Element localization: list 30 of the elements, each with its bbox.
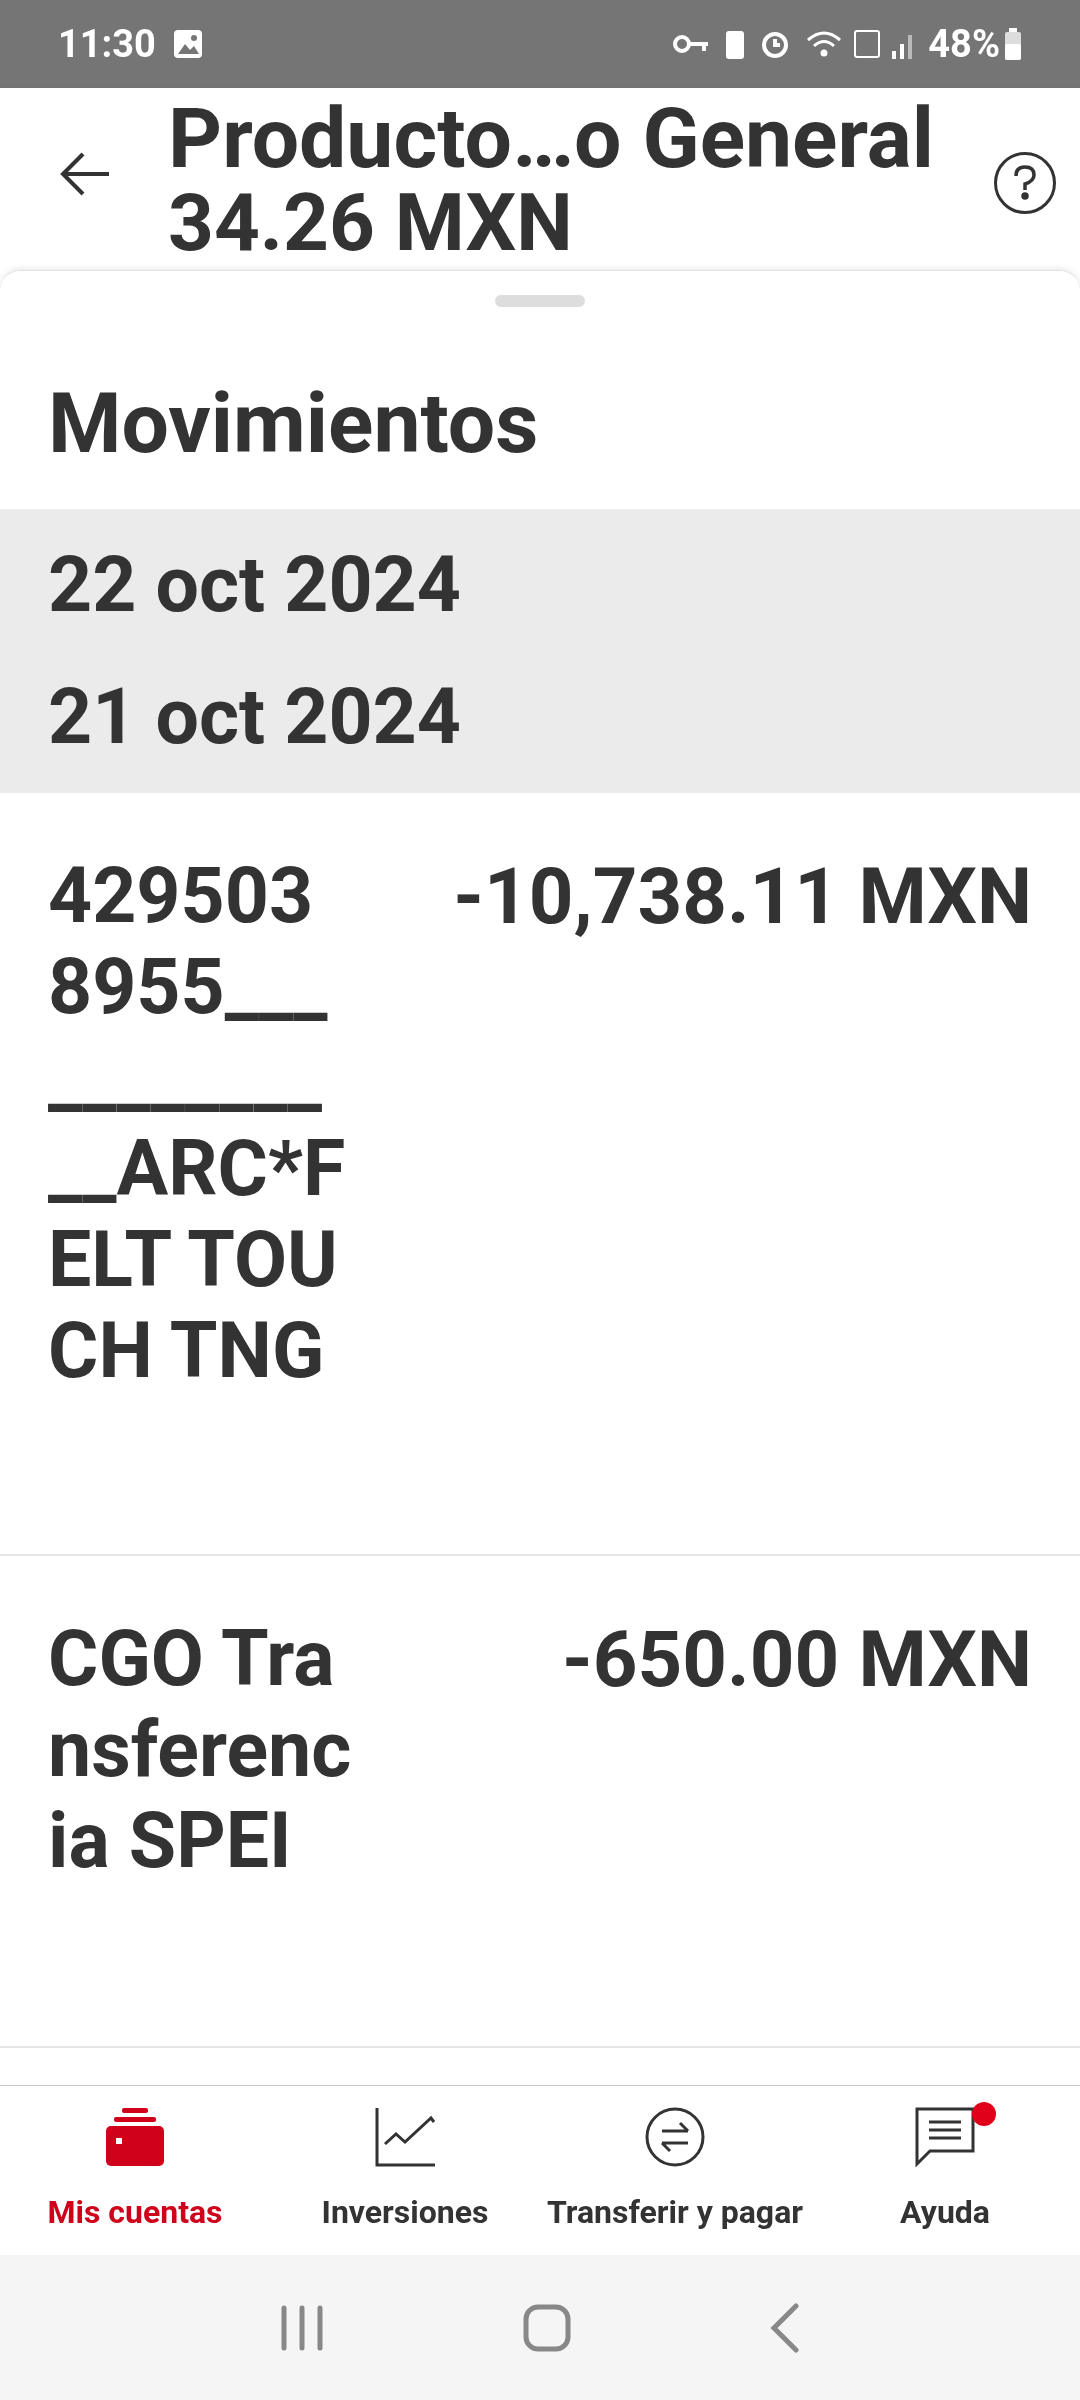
alarm-icon — [760, 29, 791, 59]
transaction-description: 4295038955_____________ARC*FELT TOUCH TNG — [48, 851, 347, 1397]
transaction-description: CGO Transferencia SPEI — [48, 1614, 353, 1887]
home-icon[interactable] — [523, 2303, 571, 2352]
nav-tab[interactable]: Inversiones — [270, 2086, 540, 2255]
chat-icon — [914, 2106, 976, 2168]
help-button[interactable] — [994, 152, 1056, 214]
nav-tab[interactable]: Mis cuentas — [0, 2086, 270, 2255]
line-chart-icon — [374, 2106, 436, 2168]
transaction-amount: -650.00 MXN — [561, 1614, 1032, 1705]
page-title: Producto…o General — [168, 96, 935, 182]
transfer-icon — [644, 2106, 706, 2168]
battery-icon — [1004, 28, 1022, 60]
back-icon[interactable] — [770, 2302, 801, 2353]
battery-percent: 48% — [928, 20, 1000, 68]
nav-tab[interactable]: Ayuda — [810, 2086, 1080, 2255]
date-header: 22 oct 2024 — [48, 539, 462, 632]
recent-apps-icon[interactable] — [279, 2304, 324, 2351]
section-title: Movimientos — [48, 379, 540, 469]
nav-tab[interactable]: Transferir y pagar — [540, 2086, 810, 2255]
key-icon — [672, 33, 711, 55]
help-icon — [1013, 165, 1037, 201]
transaction-amount: -10,738.11 MXN — [452, 851, 1032, 942]
drag-handle[interactable] — [495, 295, 585, 307]
wallet-icon — [104, 2106, 166, 2168]
status-time: 11:30 — [58, 20, 156, 68]
wifi-icon — [806, 30, 843, 58]
image-icon — [171, 28, 204, 60]
balance-amount: 34.26 MXN — [168, 182, 574, 264]
date-header: 21 oct 2024 — [48, 671, 462, 764]
